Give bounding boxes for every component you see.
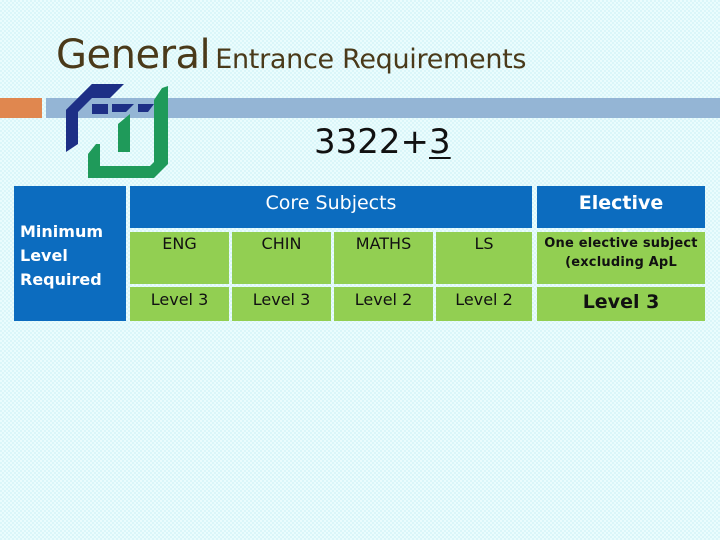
subject-cell-maths: MATHS — [334, 232, 433, 284]
level-cell-elective: Level 3 — [537, 287, 705, 321]
title-rest: Entrance Requirements — [215, 44, 527, 75]
row-header-minimum-level: Minimum Level Required — [14, 186, 126, 321]
subject-cell-ls: LS — [436, 232, 532, 284]
elective-subject-header: Elective Subject — [537, 186, 705, 248]
formula-prefix: 3322+ — [314, 122, 430, 162]
row-header-line: Minimum — [20, 222, 104, 241]
subject-cell-elective: One elective subject (excluding ApL — [537, 232, 705, 284]
row-header-line: Level — [20, 246, 68, 265]
institution-logo-icon — [66, 84, 168, 178]
level-cell-maths: Level 2 — [334, 287, 433, 321]
requirement-formula: 3322+3 — [314, 122, 451, 162]
level-cell-chin: Level 3 — [232, 287, 331, 321]
logo-bar-1 — [92, 104, 108, 114]
subject-cell-chin: CHIN — [232, 232, 331, 284]
elective-line: (excluding ApL — [565, 255, 677, 270]
accent-bar-orange — [0, 98, 42, 118]
row-header-line: Required — [20, 270, 102, 289]
subject-cell-eng: ENG — [130, 232, 229, 284]
elective-line: One elective subject — [544, 236, 698, 251]
level-cell-eng: Level 3 — [130, 287, 229, 321]
logo-navy-body — [66, 84, 92, 152]
formula-elective-count: 3 — [429, 122, 451, 162]
logo-green-inner — [118, 114, 130, 152]
core-subjects-header: Core Subjects — [130, 186, 532, 228]
title-main: General — [56, 32, 211, 78]
slide-title: General Entrance Requirements — [56, 32, 527, 78]
logo-bar-3 — [138, 104, 154, 112]
logo-bar-2 — [112, 104, 134, 112]
level-cell-ls: Level 2 — [436, 287, 532, 321]
